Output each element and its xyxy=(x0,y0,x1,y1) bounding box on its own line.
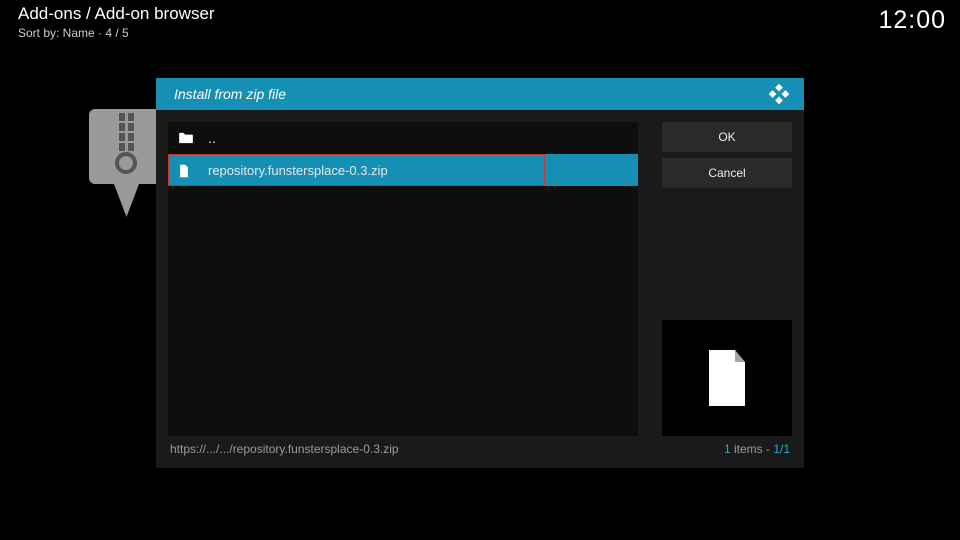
dialog-title-bar: Install from zip file xyxy=(156,78,804,110)
clock: 12:00 xyxy=(878,6,946,35)
file-icon xyxy=(705,348,749,408)
folder-icon xyxy=(178,132,194,144)
parent-dir-label: .. xyxy=(208,130,216,146)
parent-dir-row[interactable]: .. xyxy=(168,122,638,154)
file-name: repository.funstersplace-0.3.zip xyxy=(208,163,388,178)
dialog-title: Install from zip file xyxy=(174,86,286,102)
file-list[interactable]: .. repository.funstersplace-0.3.zip xyxy=(168,122,638,436)
kodi-logo-icon xyxy=(768,83,790,105)
path-display: https://.../.../repository.funstersplace… xyxy=(170,442,399,456)
file-row-selected[interactable]: repository.funstersplace-0.3.zip xyxy=(168,154,638,186)
breadcrumb: Add-ons / Add-on browser xyxy=(18,4,215,24)
file-preview xyxy=(662,320,792,436)
item-count: 1 items - 1/1 xyxy=(724,442,790,456)
sort-line: Sort by: Name · 4 / 5 xyxy=(18,26,215,40)
zip-download-icon xyxy=(89,109,164,224)
cancel-button[interactable]: Cancel xyxy=(662,158,792,188)
ok-button[interactable]: OK xyxy=(662,122,792,152)
file-icon xyxy=(178,164,194,176)
install-zip-dialog: Install from zip file .. xyxy=(156,78,804,468)
